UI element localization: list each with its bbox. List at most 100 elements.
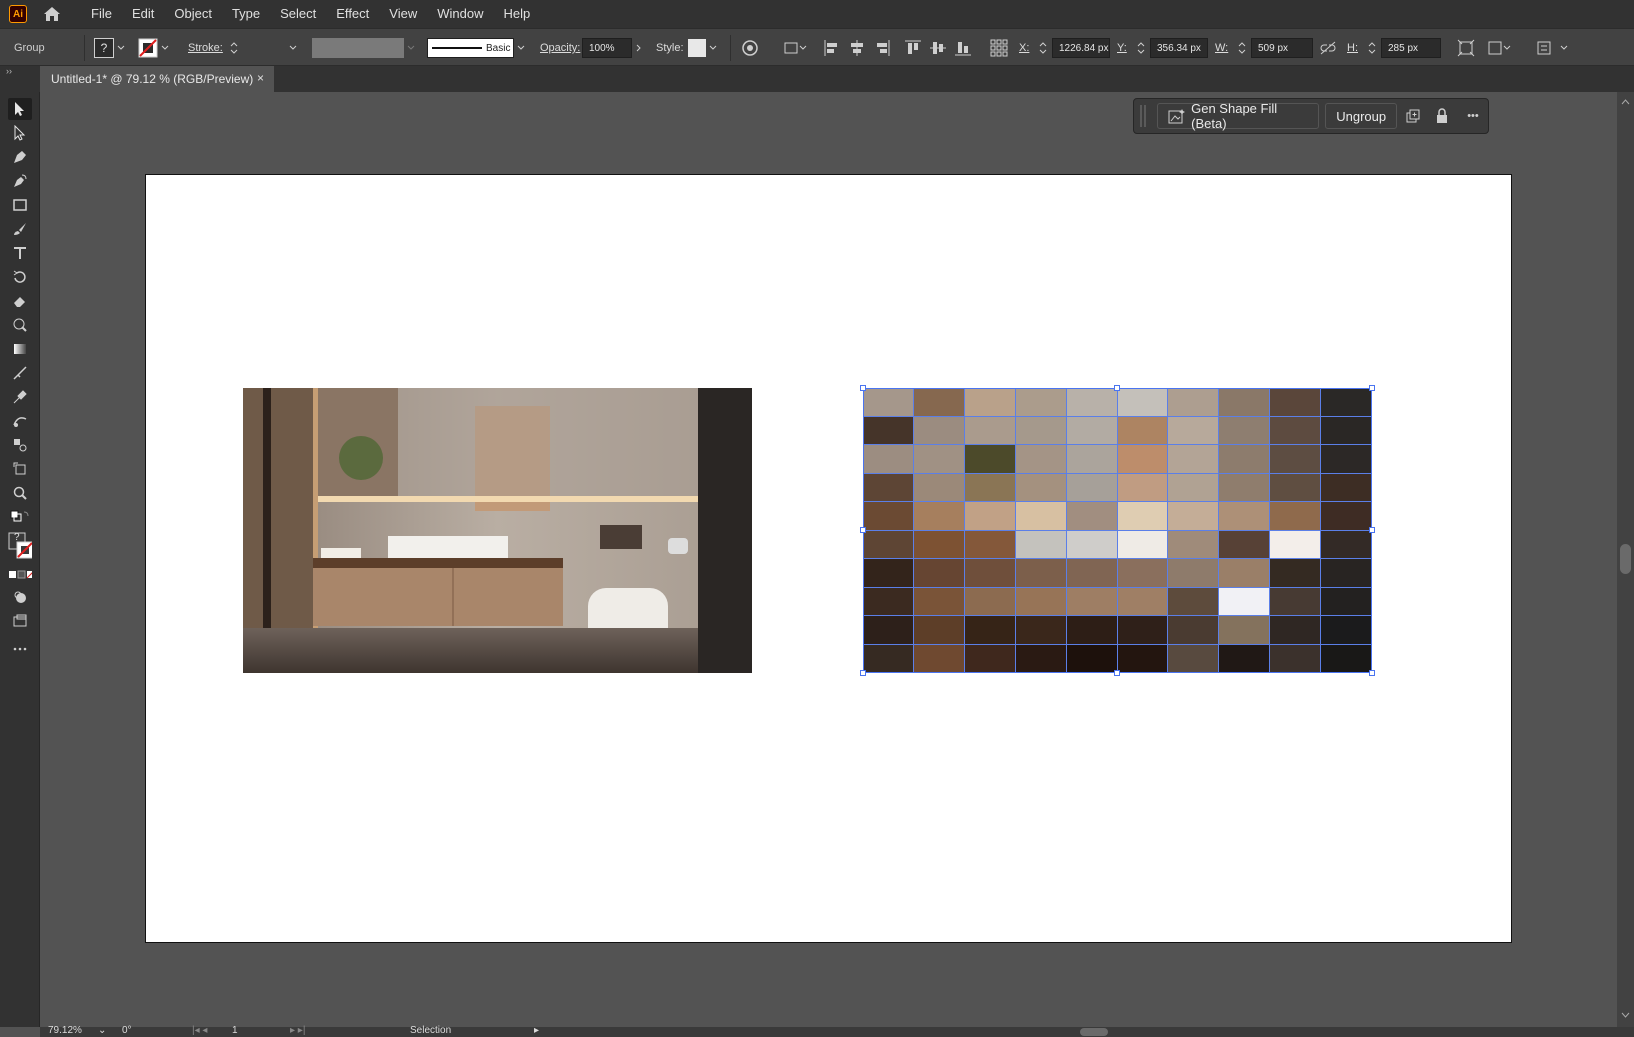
resize-handle-bottom-right[interactable] [1369,670,1375,676]
mosaic-tile[interactable] [1117,502,1169,531]
mosaic-tile[interactable] [1015,644,1067,673]
eraser-icon[interactable] [8,290,32,312]
rectangle-icon[interactable] [8,194,32,216]
mosaic-tile[interactable] [1066,445,1118,474]
mosaic-tile[interactable] [1270,587,1322,616]
mosaic-tile[interactable] [1015,559,1067,588]
paintbrush-icon[interactable] [8,218,32,240]
fill-swatch[interactable]: ? [94,38,114,58]
resize-handle-top-left[interactable] [860,385,866,391]
mosaic-tile[interactable] [1168,616,1220,645]
chevron-down-icon[interactable] [114,38,128,58]
mosaic-tile[interactable] [1066,502,1118,531]
close-tab-icon[interactable]: × [257,71,264,85]
menu-file[interactable]: File [81,0,122,28]
mosaic-tile[interactable] [1270,530,1322,559]
mosaic-tile[interactable] [1321,502,1372,531]
h-stepper[interactable] [1366,37,1378,59]
mosaic-tile[interactable] [1219,644,1271,673]
mosaic-tile[interactable] [1219,388,1271,417]
mosaic-tile[interactable] [1219,416,1271,445]
mosaic-tile[interactable] [913,473,965,502]
mosaic-tile[interactable] [1219,445,1271,474]
opacity-control[interactable]: 100% [582,29,646,67]
mosaic-tile[interactable] [1321,416,1372,445]
mosaic-tile[interactable] [1270,388,1322,417]
mosaic-tile[interactable] [1015,530,1067,559]
mosaic-tile[interactable] [913,445,965,474]
w-stepper[interactable] [1236,37,1248,59]
y-stepper[interactable] [1135,37,1147,59]
mosaic-tile[interactable] [1270,559,1322,588]
mosaic-tile[interactable] [1117,530,1169,559]
mosaic-tile[interactable] [1117,388,1169,417]
pen-icon[interactable] [8,146,32,168]
more-options-icon[interactable]: ••• [1458,103,1488,129]
x-stepper[interactable] [1037,37,1049,59]
mosaic-tile[interactable] [1015,445,1067,474]
mosaic-tile[interactable] [1270,416,1322,445]
mosaic-tile[interactable] [863,559,914,588]
document-tab[interactable]: Untitled-1* @ 79.12 % (RGB/Preview) × [40,66,274,92]
mosaic-tile[interactable] [1168,445,1220,474]
curvature-icon[interactable] [8,170,32,192]
default-fill-stroke-icon[interactable] [8,506,32,528]
mosaic-tile[interactable] [1117,416,1169,445]
mosaic-tile[interactable] [863,530,914,559]
vertical-scroll-thumb[interactable] [1620,544,1631,574]
type-icon[interactable] [8,242,32,264]
brush-definition-field[interactable]: Basic [427,38,514,58]
mosaic-tile[interactable] [1015,502,1067,531]
mosaic-tile[interactable] [964,559,1016,588]
h-field[interactable]: 285 px [1381,38,1441,58]
brush-definition-control[interactable]: Basic [427,29,528,67]
draw-mode-icon[interactable] [8,586,32,608]
align-bottom-icon[interactable] [953,38,973,58]
mosaic-tile[interactable] [1015,416,1067,445]
rotation-value[interactable]: 0° [122,1025,132,1036]
gradient-icon[interactable] [8,338,32,360]
chevron-down-icon[interactable] [158,38,172,58]
mosaic-tile[interactable] [1321,445,1372,474]
chevron-down-icon[interactable] [286,38,300,58]
mosaic-tile[interactable] [863,644,914,673]
mosaic-tile[interactable] [1015,473,1067,502]
menu-window[interactable]: Window [427,0,493,28]
stroke-color-control[interactable] [138,29,172,67]
menu-edit[interactable]: Edit [122,0,164,28]
mosaic-tile[interactable] [1066,587,1118,616]
resize-handle-top-right[interactable] [1369,385,1375,391]
edit-toolbar-more-icon[interactable] [8,638,32,660]
mosaic-tile[interactable] [1168,473,1220,502]
mosaic-tile[interactable] [913,388,965,417]
horizontal-scroll-thumb[interactable] [1080,1028,1108,1036]
chevron-down-icon[interactable] [706,38,720,58]
resize-handle-top[interactable] [1114,385,1120,391]
last-artboard-icon[interactable]: ▸ ▸| [290,1025,305,1036]
w-control[interactable]: 509 px [1236,29,1313,67]
mosaic-tile[interactable] [964,445,1016,474]
transform-options-icon[interactable] [1486,38,1516,58]
resize-handle-bottom[interactable] [1114,670,1120,676]
mosaic-tile[interactable] [1066,473,1118,502]
mosaic-tile[interactable] [1066,616,1118,645]
first-artboard-icon[interactable]: |◂ ◂ [192,1025,207,1036]
mosaic-tile[interactable] [1219,616,1271,645]
mosaic-tile[interactable] [1066,644,1118,673]
align-to-icon[interactable] [782,38,808,58]
zoom-level[interactable]: 79.12% [48,1025,82,1036]
mosaic-tile[interactable] [1219,530,1271,559]
mosaic-tile[interactable] [1219,559,1271,588]
mosaic-tile[interactable] [1066,388,1118,417]
resize-handle-bottom-left[interactable] [860,670,866,676]
mosaic-tile[interactable] [964,388,1016,417]
stroke-weight-field[interactable] [240,38,286,58]
rotate-icon[interactable] [8,266,32,288]
collapse-panels-icon[interactable]: ›› [6,66,12,76]
mosaic-tile[interactable] [1270,644,1322,673]
align-right-icon[interactable] [872,38,892,58]
mosaic-tile[interactable] [1117,445,1169,474]
mesh-icon[interactable] [8,362,32,384]
drag-grip-icon[interactable] [1140,105,1151,127]
stroke-none-swatch-icon[interactable] [138,38,158,58]
